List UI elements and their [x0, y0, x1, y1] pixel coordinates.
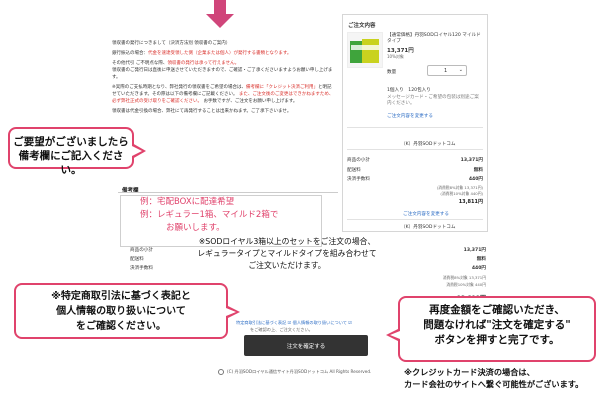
confirm-callout: 再度金額をご確認いただき、 問題なければ"注文を確定する" ボタンを押すと完了で…: [386, 296, 596, 362]
bottom-tax-note-2: 消費税10%対象 440円: [446, 282, 486, 287]
product-tax-note: 10%対象: [387, 54, 404, 59]
product-name: 【通常価格】丹羽SODロイヤル120 マイルドタイプ: [387, 33, 481, 44]
product-price: 13,371円: [387, 48, 414, 54]
change-order-link-2[interactable]: ご注文内容を変更する: [403, 211, 449, 217]
bottom-tax-note-1: 消費税8%対象 13,371円: [442, 275, 486, 280]
product-image: [347, 32, 383, 68]
bottom-shipping-row: 配送料 無料: [130, 257, 486, 262]
receipt-notice-title: 領収書の発行につきまして（決済方法別 領収書のご案内）: [112, 41, 231, 46]
receipt-notice: 領収書の発行につきまして（決済方法別 領収書のご案内） 銀行振込の場合：代金を速…: [112, 40, 334, 118]
subtotal-row: 商品の小計 13,371円: [347, 158, 483, 163]
quantity-select[interactable]: 1 ⌄: [427, 65, 467, 76]
card-payment-note: ※クレジットカード決済の場合は、 カード会社のサイトへ繋ぐ可能性がございます。: [404, 367, 584, 389]
receipt-notice-card: ※実際のご支払時期となり、弊社発行の領収書をご希望の場合は、備考欄に「クレジット…: [112, 85, 334, 104]
chevron-down-icon: ⌄: [458, 67, 463, 73]
legal-links[interactable]: 特定商取引法に基づく表記 ☑ 個人情報の取り扱いについて ☑: [236, 320, 352, 326]
footer: (C) 丹羽SODロイヤル通信サイト丹羽SODドットコム All Rights …: [218, 369, 371, 375]
bottom-fee-row: 決済手数料 440円: [130, 266, 486, 271]
bottom-subtotal-row: 商品の小計 13,371円: [130, 248, 486, 253]
receipt-notice-cod-reissue: 領収書は代金引換の場合、弊社にて再発行することは出来かねます。ご了承下さいませ。: [112, 109, 292, 114]
change-order-link[interactable]: ご注文内容を変更する: [387, 113, 433, 119]
copyright-icon: [218, 369, 224, 375]
quantity-label: 数量: [387, 70, 397, 75]
product-content: 1個入り 120包入り: [387, 88, 431, 93]
legal-callout: ※特定商取引法に基づく表記と 個人情報の取り扱いについて をご確認ください。: [14, 283, 240, 339]
remarks-placeholder: 例：宅配BOXに配達希望 例：レギュラー1箱、マイルド2箱で お願いします。: [140, 197, 279, 233]
remarks-callout: ご要望がございましたら 備考欄にご記入ください。: [8, 127, 146, 176]
order-title: ご注文内容: [348, 23, 376, 29]
product-meta: メッセージカード・ご希望の包装は別途ご案内ください。: [387, 95, 479, 106]
agree-text: をご確認の上、ご注文ください。: [250, 327, 313, 332]
receipt-notice-cod: その他代引 ご不明点な際、領収書の発行は承って行えません。 領収書のご発行日は直…: [112, 61, 333, 80]
store-name-2: （K）丹羽SODドットコム: [401, 225, 456, 230]
panel-total: 13,811円: [458, 199, 483, 205]
order-summary-panel: ご注文内容 【通常価格】丹羽SODロイヤル120 マイルドタイプ 13,371円…: [342, 14, 488, 232]
store-name: （K）丹羽SODドットコム: [401, 142, 456, 147]
down-arrow-icon: [206, 0, 234, 28]
receipt-notice-bank: 銀行振込の場合：代金を速達受領した側（企業または個人）が発行する書類となります。: [112, 51, 292, 56]
tax-note-2: (消費税10%対象 440円): [440, 191, 483, 196]
confirm-order-button[interactable]: 注文を確定する: [244, 335, 368, 356]
shipping-row: 配送料 無料: [347, 168, 483, 173]
fee-row: 決済手数料 440円: [347, 177, 483, 182]
